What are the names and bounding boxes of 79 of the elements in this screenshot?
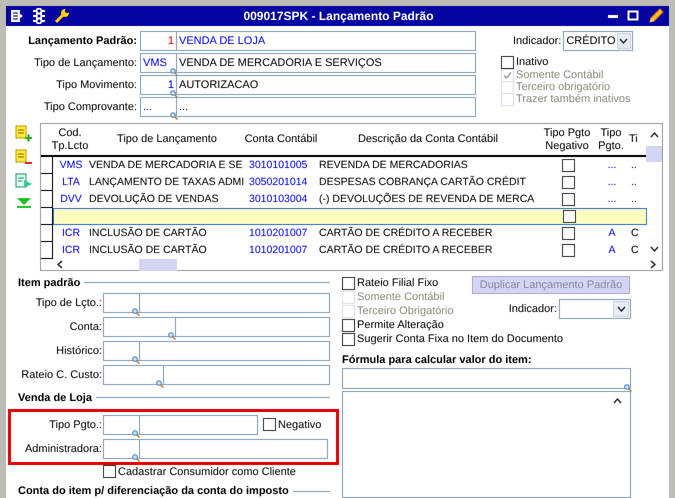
table-cell: .. — [631, 158, 637, 173]
table-cell: INCLUSÃO DE CARTÃO — [89, 243, 207, 258]
table-cell: CARTÃO DE CRÉDITO A RECEBER — [319, 243, 492, 258]
table-row[interactable]: LTA LANÇAMENTO DE TAXAS ADMI 3050201014 DESPESAS COBRANÇA CARTÃO CRÉDIT ... .. — [53, 174, 647, 191]
field-label: Tipo Comprovante: — [42, 101, 138, 113]
checkbox-label: Somente Contábil — [516, 69, 604, 81]
field-value: AUTORIZACAO — [178, 78, 260, 93]
checkbox-label: Permite Alteração — [357, 319, 444, 331]
checkbox-label: Somente Contábil — [357, 291, 444, 303]
field-label: Indicador: — [508, 303, 557, 315]
field-label: Tipo de Lçto.: — [34, 297, 103, 310]
section-title: Conta do item p/ diferenciação da conta do imposto — [18, 485, 289, 498]
table-cell: 3010101005 — [249, 158, 308, 173]
field-label: Administradora: — [24, 442, 103, 455]
indicator-select[interactable]: CRÉDITO — [563, 31, 634, 51]
field-label: Conta: — [68, 321, 103, 334]
checkbox-label: Terceiro Obrigatório — [357, 305, 454, 317]
input-field[interactable]: VMS VENDA DE MERCADORIA E SERVIÇOS — [140, 53, 476, 73]
section-title: Venda de Loja — [18, 392, 92, 404]
field-label: Tipo Pgto.: — [48, 418, 103, 431]
table-cell: (-) DEVOLUÇÕES DE REVENDA DE MERCA — [319, 192, 534, 207]
checkbox-label: Cadastrar Consumidor como Cliente — [118, 466, 296, 478]
table-cell: DESPESAS COBRANÇA CARTÃO CRÉDIT — [319, 175, 526, 190]
table-cell: ... — [608, 175, 616, 190]
table-row[interactable]: DVV DEVOLUÇÃO DE VENDAS 3010103004 (-) DEVOLUÇÕES DE REVENDA DE MERCA ... .. — [53, 191, 647, 208]
table-cell: VENDA DE MERCADORIA E SE — [89, 158, 242, 173]
input-field[interactable]: 1 AUTORIZACAO — [140, 75, 476, 95]
table-cell: LTA — [62, 175, 80, 190]
table-cell: 1010201007 — [249, 243, 308, 258]
code-value: 1 — [141, 32, 177, 50]
input-field[interactable]: ... ... — [140, 97, 476, 117]
checkbox-label: Trazer também inativos — [516, 93, 631, 105]
column-header: Cod. Tp.Lcto — [53, 124, 87, 157]
table-row[interactable]: ICR INCLUSÃO DE CARTÃO 1010201007 CARTÃO DE CRÉDITO A RECEBER A C — [53, 242, 647, 259]
column-header: Tipo Pgto Negativo — [541, 124, 593, 157]
input-field[interactable]: 1 VENDA DE LOJA — [140, 31, 476, 51]
table-cell: ICR — [62, 243, 80, 258]
table-cell: ICR — [62, 226, 80, 241]
checkbox-label: Negativo — [278, 418, 322, 431]
column-header: Descrição da Conta Contábil — [315, 124, 541, 157]
table-cell: C — [631, 243, 639, 258]
checkbox-label: Sugerir Conta Fixa no Item do Documento — [357, 333, 564, 345]
column-header: Tipo Pgto. — [593, 124, 629, 157]
checkbox-label: Rateio Filial Fixo — [357, 277, 438, 289]
code-value: ... — [141, 98, 177, 116]
table-cell: ... — [608, 192, 616, 207]
table-cell: A — [608, 243, 616, 258]
table-cell: A — [608, 226, 616, 241]
table-cell: INCLUSÃO DE CARTÃO — [89, 226, 207, 241]
field-label: Histórico: — [55, 345, 103, 358]
checkbox-label: Inativo — [516, 56, 548, 68]
field-label: Rateio C. Custo: — [20, 369, 103, 382]
table-cell: .. — [631, 175, 637, 190]
table-cell: CARTÃO DE CRÉDITO A RECEBER — [319, 226, 492, 241]
table-cell: DVV — [60, 192, 82, 207]
field-value: ... — [178, 100, 190, 115]
table-cell: 1010201007 — [249, 226, 308, 241]
table-cell: LANÇAMENTO DE TAXAS ADMI — [89, 175, 244, 190]
table-cell: 3050201014 — [249, 175, 308, 190]
table-cell: .. — [631, 192, 637, 207]
table-row[interactable]: ICR INCLUSÃO DE CARTÃO 1010201007 CARTÃO DE CRÉDITO A RECEBER A C — [53, 225, 647, 242]
field-value: VENDA DE LOJA — [178, 34, 266, 49]
field-label: Lançamento Padrão: — [27, 35, 138, 47]
table-cell: VMS — [60, 158, 82, 173]
checkbox-label: Terceiro obrigatório — [516, 81, 610, 93]
table-cell: 3010103004 — [249, 192, 308, 207]
section-title: Item padrão — [18, 276, 80, 289]
table-cell: ... — [608, 158, 616, 173]
field-label: Tipo de Lançamento: — [33, 57, 138, 69]
table-cell: C — [631, 226, 639, 241]
section-title: Fórmula para calcular valor do item: — [342, 354, 533, 366]
field-value: VENDA DE MERCADORIA E SERVIÇOS — [178, 56, 383, 71]
field-label: Tipo Movimento: — [55, 79, 138, 91]
table-row[interactable]: VMS VENDA DE MERCADORIA E SE 3010101005 REVENDA DE MERCADORIAS ... .. — [53, 157, 647, 174]
window-title: 009017SPK - Lançamento Padrão — [242, 9, 435, 23]
table-cell: DEVOLUÇÃO DE VENDAS — [89, 192, 219, 207]
column-header: Conta Contábil — [247, 124, 315, 157]
field-label: Indicador: — [513, 35, 562, 47]
table-cell: REVENDA DE MERCADORIAS — [319, 158, 468, 173]
